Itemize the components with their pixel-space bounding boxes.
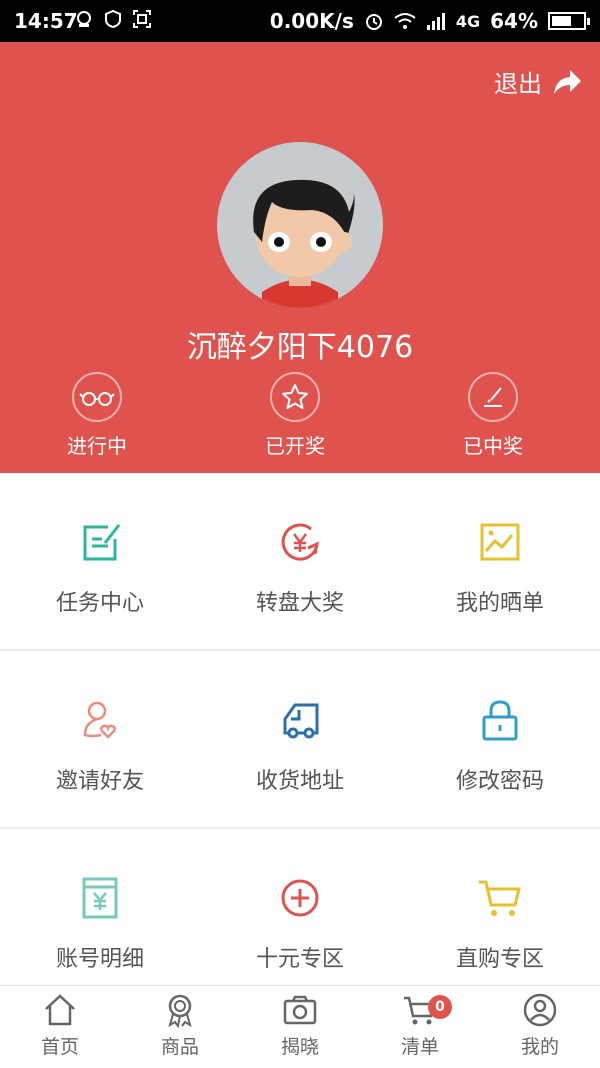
shield-icon <box>105 9 121 29</box>
tab-label: 首页 <box>40 1036 79 1058</box>
logout-button[interactable]: 退出 <box>494 64 582 99</box>
status-bar: 14:57 0.00K/s 4G 64% <box>0 0 600 42</box>
tab-reveal[interactable]: 揭晓 <box>240 986 360 1068</box>
tab-products[interactable]: 商品 <box>120 986 240 1068</box>
cart-icon <box>479 880 521 916</box>
menu-label: 转盘大奖 <box>255 591 344 616</box>
menu-row: 邀请好友 收货地址 修改密码 <box>0 651 600 829</box>
yuan-card-icon <box>82 877 118 919</box>
menu-label: 修改密码 <box>455 769 544 794</box>
pen-icon <box>468 372 518 422</box>
status-in-progress-label: 进行中 <box>67 434 127 458</box>
user-icon <box>523 993 557 1027</box>
truck-icon <box>283 703 319 739</box>
username: 沉醉夕阳下4076 <box>186 330 414 365</box>
menu-wheel-prize[interactable]: 转盘大奖 <box>200 473 400 649</box>
user-heart-icon <box>83 701 116 739</box>
profile-header: 退出 沉醉夕阳下4076 进行中 已开奖 已中奖 <box>0 42 600 473</box>
lock-icon <box>482 700 518 741</box>
tab-list[interactable]: 清单 <box>360 986 480 1068</box>
menu-invite-friends[interactable]: 邀请好友 <box>0 651 200 827</box>
tab-label: 揭晓 <box>280 1036 319 1058</box>
share-arrow-icon <box>554 69 581 94</box>
status-drawn[interactable]: 已开奖 <box>235 372 355 459</box>
glasses-icon <box>72 372 122 422</box>
image-icon <box>480 523 520 561</box>
yuan-spin-icon <box>281 523 320 561</box>
task-edit-icon <box>83 524 121 561</box>
menu-direct-buy-zone[interactable]: 直购专区 <box>400 829 600 1005</box>
network-type: 4G <box>455 11 481 31</box>
home-icon <box>45 994 75 1026</box>
notification-icon <box>77 11 91 27</box>
menu-change-password[interactable]: 修改密码 <box>400 651 600 827</box>
camera-icon <box>283 995 317 1025</box>
avatar[interactable] <box>217 142 383 308</box>
wifi-icon <box>394 13 416 29</box>
menu-label: 我的晒单 <box>455 591 544 616</box>
menu-grid: 任务中心 转盘大奖 我的晒单 邀请好友 收货地址 修改密码 账号明细 十元专区 … <box>0 473 600 1005</box>
menu-shipping-address[interactable]: 收货地址 <box>200 651 400 827</box>
menu-ten-yuan-zone[interactable]: 十元专区 <box>200 829 400 1005</box>
status-in-progress[interactable]: 进行中 <box>37 372 157 459</box>
menu-row: 账号明细 十元专区 直购专区 <box>0 829 600 1005</box>
award-icon <box>168 994 192 1028</box>
menu-label: 直购专区 <box>455 947 544 972</box>
signal-icon <box>426 13 445 30</box>
cart-count-badge: 0 <box>428 995 452 1019</box>
menu-label: 任务中心 <box>55 591 144 616</box>
status-notification-icons <box>74 9 152 29</box>
plus-circle-icon <box>281 879 319 917</box>
tab-label: 商品 <box>160 1036 199 1058</box>
logout-label: 退出 <box>494 70 542 98</box>
battery-percent: 64% <box>490 9 538 33</box>
alarm-icon <box>365 14 382 30</box>
network-speed: 0.00K/s <box>269 9 354 33</box>
menu-task-center[interactable]: 任务中心 <box>0 473 200 649</box>
status-time: 14:57 <box>14 9 78 33</box>
menu-label: 邀请好友 <box>55 769 144 794</box>
tab-label: 清单 <box>400 1036 439 1058</box>
star-icon <box>270 372 320 422</box>
menu-label: 账号明细 <box>55 947 144 972</box>
avatar-cartoon-image <box>217 142 383 308</box>
menu-label: 收货地址 <box>255 769 344 794</box>
battery-level-fill <box>552 16 572 26</box>
screenshot-icon <box>133 10 151 28</box>
status-won[interactable]: 已中奖 <box>433 372 553 459</box>
menu-my-showcase[interactable]: 我的晒单 <box>400 473 600 649</box>
menu-account-details[interactable]: 账号明细 <box>0 829 200 1005</box>
battery-icon <box>548 12 590 30</box>
tab-label: 我的 <box>520 1036 559 1058</box>
menu-row: 任务中心 转盘大奖 我的晒单 <box>0 473 600 651</box>
status-won-label: 已中奖 <box>463 434 523 458</box>
bottom-tab-bar: 首页 商品 揭晓 清单 我的 <box>0 985 600 1068</box>
tab-home[interactable]: 首页 <box>0 986 120 1068</box>
menu-label: 十元专区 <box>255 947 344 972</box>
tab-mine[interactable]: 我的 <box>480 986 600 1068</box>
status-drawn-label: 已开奖 <box>265 434 325 458</box>
